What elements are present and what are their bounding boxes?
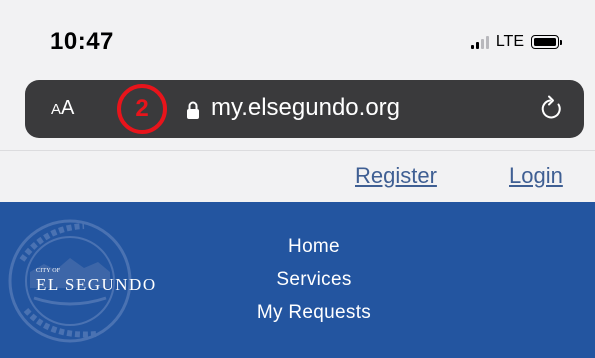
text-size-large-label: A: [61, 97, 75, 119]
register-link[interactable]: Register: [355, 163, 437, 189]
battery-icon: [531, 35, 562, 49]
city-logo[interactable]: CITY OF EL SEGUNDO: [4, 210, 179, 350]
text-size-small-label: A: [51, 101, 62, 118]
menu-item-home[interactable]: Home: [214, 230, 414, 263]
menu-item-my-requests[interactable]: My Requests: [214, 296, 414, 329]
lock-icon: [187, 101, 199, 119]
main-menu: Home Services My Requests: [214, 230, 414, 329]
city-wordmark: CITY OF EL SEGUNDO: [36, 268, 157, 294]
wordmark-city-of: CITY OF: [36, 268, 61, 274]
cellular-signal-icon: [470, 35, 489, 49]
status-indicators: LTE: [470, 32, 562, 52]
status-time: 10:47: [50, 28, 114, 55]
step-annotation: 2: [117, 84, 167, 134]
status-bar: 10:47 LTE: [0, 0, 595, 80]
login-link[interactable]: Login: [509, 163, 563, 189]
reload-icon[interactable]: [538, 95, 566, 123]
step-number: 2: [135, 95, 149, 122]
site-header: CITY OF EL SEGUNDO Home Services My Requ…: [0, 202, 595, 358]
menu-item-services[interactable]: Services: [214, 263, 414, 296]
wordmark-el-segundo: EL SEGUNDO: [36, 275, 157, 294]
network-type: LTE: [495, 33, 524, 50]
address-bar[interactable]: AA 2 my.elsegundo.org: [25, 80, 584, 138]
url-text[interactable]: my.elsegundo.org: [211, 94, 400, 122]
account-links: Register Login: [0, 150, 595, 202]
text-size-button[interactable]: AA: [51, 97, 74, 120]
